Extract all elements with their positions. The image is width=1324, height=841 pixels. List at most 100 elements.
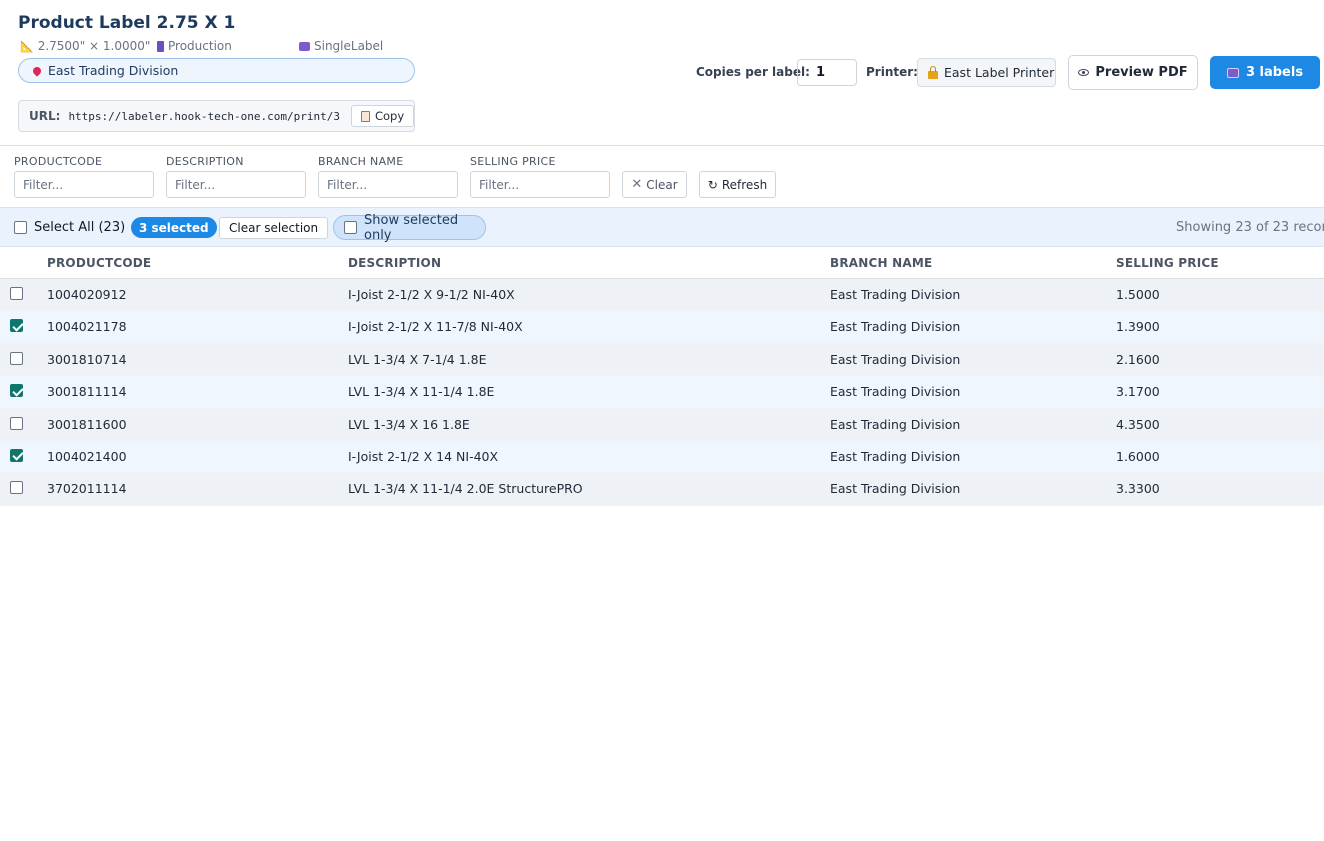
preview-label: Preview PDF bbox=[1095, 65, 1188, 80]
refresh-label: Refresh bbox=[721, 177, 768, 192]
close-icon: ✕ bbox=[631, 177, 643, 192]
productcode-cell: 3001810714 bbox=[47, 351, 127, 367]
price-cell: 4.3500 bbox=[1116, 416, 1160, 432]
row-checkbox[interactable] bbox=[10, 416, 23, 430]
filter-branch-name: BRANCH NAME Filter... bbox=[318, 155, 458, 198]
branch-cell: East Trading Division bbox=[830, 287, 961, 302]
select-all-label: Select All (23) bbox=[34, 220, 126, 235]
ruler-icon: 📐 bbox=[20, 39, 34, 53]
url-value[interactable]: https://labeler.hook-tech-one.com/print/… bbox=[68, 110, 340, 123]
description-cell: LVL 1-3/4 X 11-1/4 1.8E bbox=[348, 384, 495, 400]
price-cell: 1.3900 bbox=[1116, 319, 1160, 335]
copies-input[interactable]: 1 bbox=[797, 59, 857, 86]
printer-select[interactable]: East Label Printer bbox=[917, 58, 1056, 87]
records-table: PRODUCTCODE DESCRIPTION BRANCH NAME SELL… bbox=[0, 247, 1324, 506]
branch-name: East Trading Division bbox=[48, 63, 179, 78]
clear-label: Clear bbox=[646, 177, 678, 192]
branch-cell: East Trading Division bbox=[830, 319, 961, 335]
column-header-productcode[interactable]: PRODUCTCODE bbox=[47, 256, 151, 270]
dimensions-text: 2.7500" × 1.0000" bbox=[37, 39, 151, 53]
productcode-filter-input[interactable]: Filter... bbox=[14, 171, 154, 198]
price-filter-input[interactable]: Filter... bbox=[470, 171, 610, 198]
table-row[interactable]: 1004021178 I-Joist 2-1/2 X 11-7/8 NI-40X E… bbox=[0, 311, 1324, 344]
row-checkbox[interactable] bbox=[10, 384, 23, 398]
clear-filters-button[interactable]: ✕ Clear bbox=[622, 171, 687, 198]
productcode-cell: 3001811114 bbox=[47, 384, 127, 400]
row-checkbox[interactable] bbox=[10, 319, 23, 333]
select-all-checkbox[interactable]: Select All (23) bbox=[14, 220, 125, 235]
table-row[interactable]: 3001811114 LVL 1-3/4 X 11-1/4 1.8E East Tr… bbox=[0, 376, 1324, 409]
checkbox[interactable] bbox=[14, 221, 27, 234]
device-icon bbox=[157, 40, 164, 52]
selected-count-badge: 3 selected bbox=[131, 217, 217, 238]
table-body: 1004020912 I-Joist 2-1/2 X 9-1/2 NI-40X Ea… bbox=[0, 279, 1324, 506]
table-row[interactable]: 3001811600 LVL 1-3/4 X 16 1.8E East Tradin… bbox=[0, 408, 1324, 441]
price-cell: 2.1600 bbox=[1116, 351, 1160, 367]
table-row[interactable]: 3702011114 LVL 1-3/4 X 11-1/4 2.0E Struct… bbox=[0, 473, 1324, 506]
column-header-branch-name[interactable]: BRANCH NAME bbox=[830, 256, 932, 270]
branch-pill[interactable]: East Trading Division bbox=[18, 58, 415, 83]
row-checkbox[interactable] bbox=[10, 351, 23, 365]
refresh-button[interactable]: ↻ Refresh bbox=[699, 171, 776, 198]
table-row[interactable]: 3001810714 LVL 1-3/4 X 7-1/4 1.8E East Tra… bbox=[0, 343, 1324, 377]
printer-name: East Label Printer bbox=[944, 65, 1055, 80]
productcode-cell: 1004021400 bbox=[47, 448, 127, 464]
show-selected-label: Show selected only bbox=[364, 212, 459, 243]
table-row[interactable]: 1004021400 I-Joist 2-1/2 X 14 NI-40X East … bbox=[0, 440, 1324, 474]
copies-label: Copies per label: bbox=[696, 65, 810, 79]
page-title: Product Label 2.75 X 1 bbox=[18, 13, 236, 33]
branch-cell: East Trading Division bbox=[830, 351, 961, 367]
preview-pdf-button[interactable]: Preview PDF bbox=[1068, 55, 1198, 90]
refresh-icon: ↻ bbox=[707, 177, 718, 192]
copy-url-button[interactable]: Copy bbox=[350, 105, 415, 127]
environment-info: Production bbox=[157, 39, 232, 53]
price-cell: 3.3300 bbox=[1116, 481, 1160, 497]
url-box: URL: https://labeler.hook-tech-one.com/p… bbox=[18, 100, 415, 132]
label-dimensions: 📐 2.7500" × 1.0000" bbox=[20, 39, 150, 53]
price-cell: 1.6000 bbox=[1116, 448, 1160, 464]
filter-label: SELLING PRICE bbox=[470, 155, 556, 168]
clipboard-icon bbox=[360, 110, 370, 122]
description-cell: LVL 1-3/4 X 7-1/4 1.8E bbox=[348, 351, 487, 367]
row-checkbox[interactable] bbox=[10, 287, 23, 300]
table-header: PRODUCTCODE DESCRIPTION BRANCH NAME SELL… bbox=[0, 247, 1324, 279]
printer-icon bbox=[1226, 67, 1239, 78]
branch-cell: East Trading Division bbox=[830, 384, 961, 400]
environment-text: Production bbox=[168, 39, 232, 53]
print-labels-button[interactable]: 3 labels bbox=[1210, 56, 1320, 89]
filter-label: PRODUCTCODE bbox=[14, 155, 103, 168]
column-header-selling-price[interactable]: SELLING PRICE bbox=[1116, 256, 1219, 270]
productcode-cell: 1004020912 bbox=[47, 287, 127, 302]
description-cell: LVL 1-3/4 X 11-1/4 2.0E StructurePRO bbox=[348, 481, 583, 497]
filter-productcode: PRODUCTCODE Filter... bbox=[14, 155, 154, 198]
branch-cell: East Trading Division bbox=[830, 448, 961, 464]
branch-cell: East Trading Division bbox=[830, 481, 961, 497]
record-count: Showing 23 of 23 records bbox=[1176, 220, 1324, 235]
filter-description: DESCRIPTION Filter... bbox=[166, 155, 306, 198]
description-cell: LVL 1-3/4 X 16 1.8E bbox=[348, 416, 470, 432]
checkbox[interactable] bbox=[344, 221, 357, 234]
print-label: 3 labels bbox=[1245, 65, 1304, 80]
show-selected-only-toggle[interactable]: Show selected only bbox=[333, 212, 486, 243]
clear-selection-button[interactable]: Clear selection bbox=[219, 217, 329, 239]
location-pin-icon bbox=[31, 64, 43, 77]
label-type-text: SingleLabel bbox=[314, 39, 384, 53]
url-label: URL: bbox=[29, 109, 61, 123]
description-cell: I-Joist 2-1/2 X 14 NI-40X bbox=[348, 448, 499, 464]
copy-label: Copy bbox=[374, 109, 405, 123]
price-cell: 3.1700 bbox=[1116, 384, 1160, 400]
printer-icon bbox=[299, 41, 310, 51]
column-header-description[interactable]: DESCRIPTION bbox=[348, 256, 441, 270]
row-checkbox[interactable] bbox=[10, 448, 23, 462]
filter-label: BRANCH NAME bbox=[318, 155, 404, 168]
filter-label: DESCRIPTION bbox=[166, 155, 244, 168]
table-row[interactable]: 1004020912 I-Joist 2-1/2 X 9-1/2 NI-40X Ea… bbox=[0, 279, 1324, 312]
branch-filter-input[interactable]: Filter... bbox=[318, 171, 458, 198]
productcode-cell: 1004021178 bbox=[47, 319, 127, 335]
row-checkbox[interactable] bbox=[10, 481, 23, 495]
description-cell: I-Joist 2-1/2 X 11-7/8 NI-40X bbox=[348, 319, 523, 335]
page-header: Product Label 2.75 X 1 📐 2.7500" × 1.000… bbox=[0, 0, 1324, 146]
description-filter-input[interactable]: Filter... bbox=[166, 171, 306, 198]
eye-icon bbox=[1078, 69, 1090, 76]
label-type-info: SingleLabel bbox=[299, 39, 383, 53]
